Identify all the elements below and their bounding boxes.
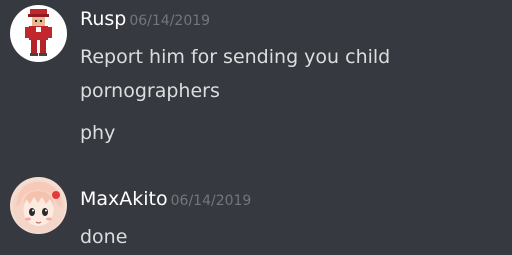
message-timestamp: 06/14/2019 — [129, 13, 211, 29]
message-text: done — [80, 226, 128, 248]
avatar-maxakito[interactable] — [10, 177, 67, 234]
author-line: Rusp 06/14/2019 — [80, 7, 210, 33]
message-timestamp: 06/14/2019 — [170, 193, 252, 209]
message-group-rusp: Rusp 06/14/2019 Report him for sending yo… — [0, 0, 512, 160]
username-rusp[interactable]: Rusp — [80, 8, 126, 30]
message-text: Report him for sending you child pornogr… — [80, 46, 391, 102]
anime-girl-icon — [12, 181, 65, 233]
author-line: MaxAkito 06/14/2019 — [80, 187, 251, 213]
username-maxakito[interactable]: MaxAkito — [80, 188, 168, 210]
avatar-rusp[interactable] — [10, 5, 67, 62]
message-text: phy — [80, 122, 116, 144]
red-cap-character-icon — [25, 9, 52, 56]
message-group-maxakito: MaxAkito 06/14/2019 done — [0, 170, 512, 255]
